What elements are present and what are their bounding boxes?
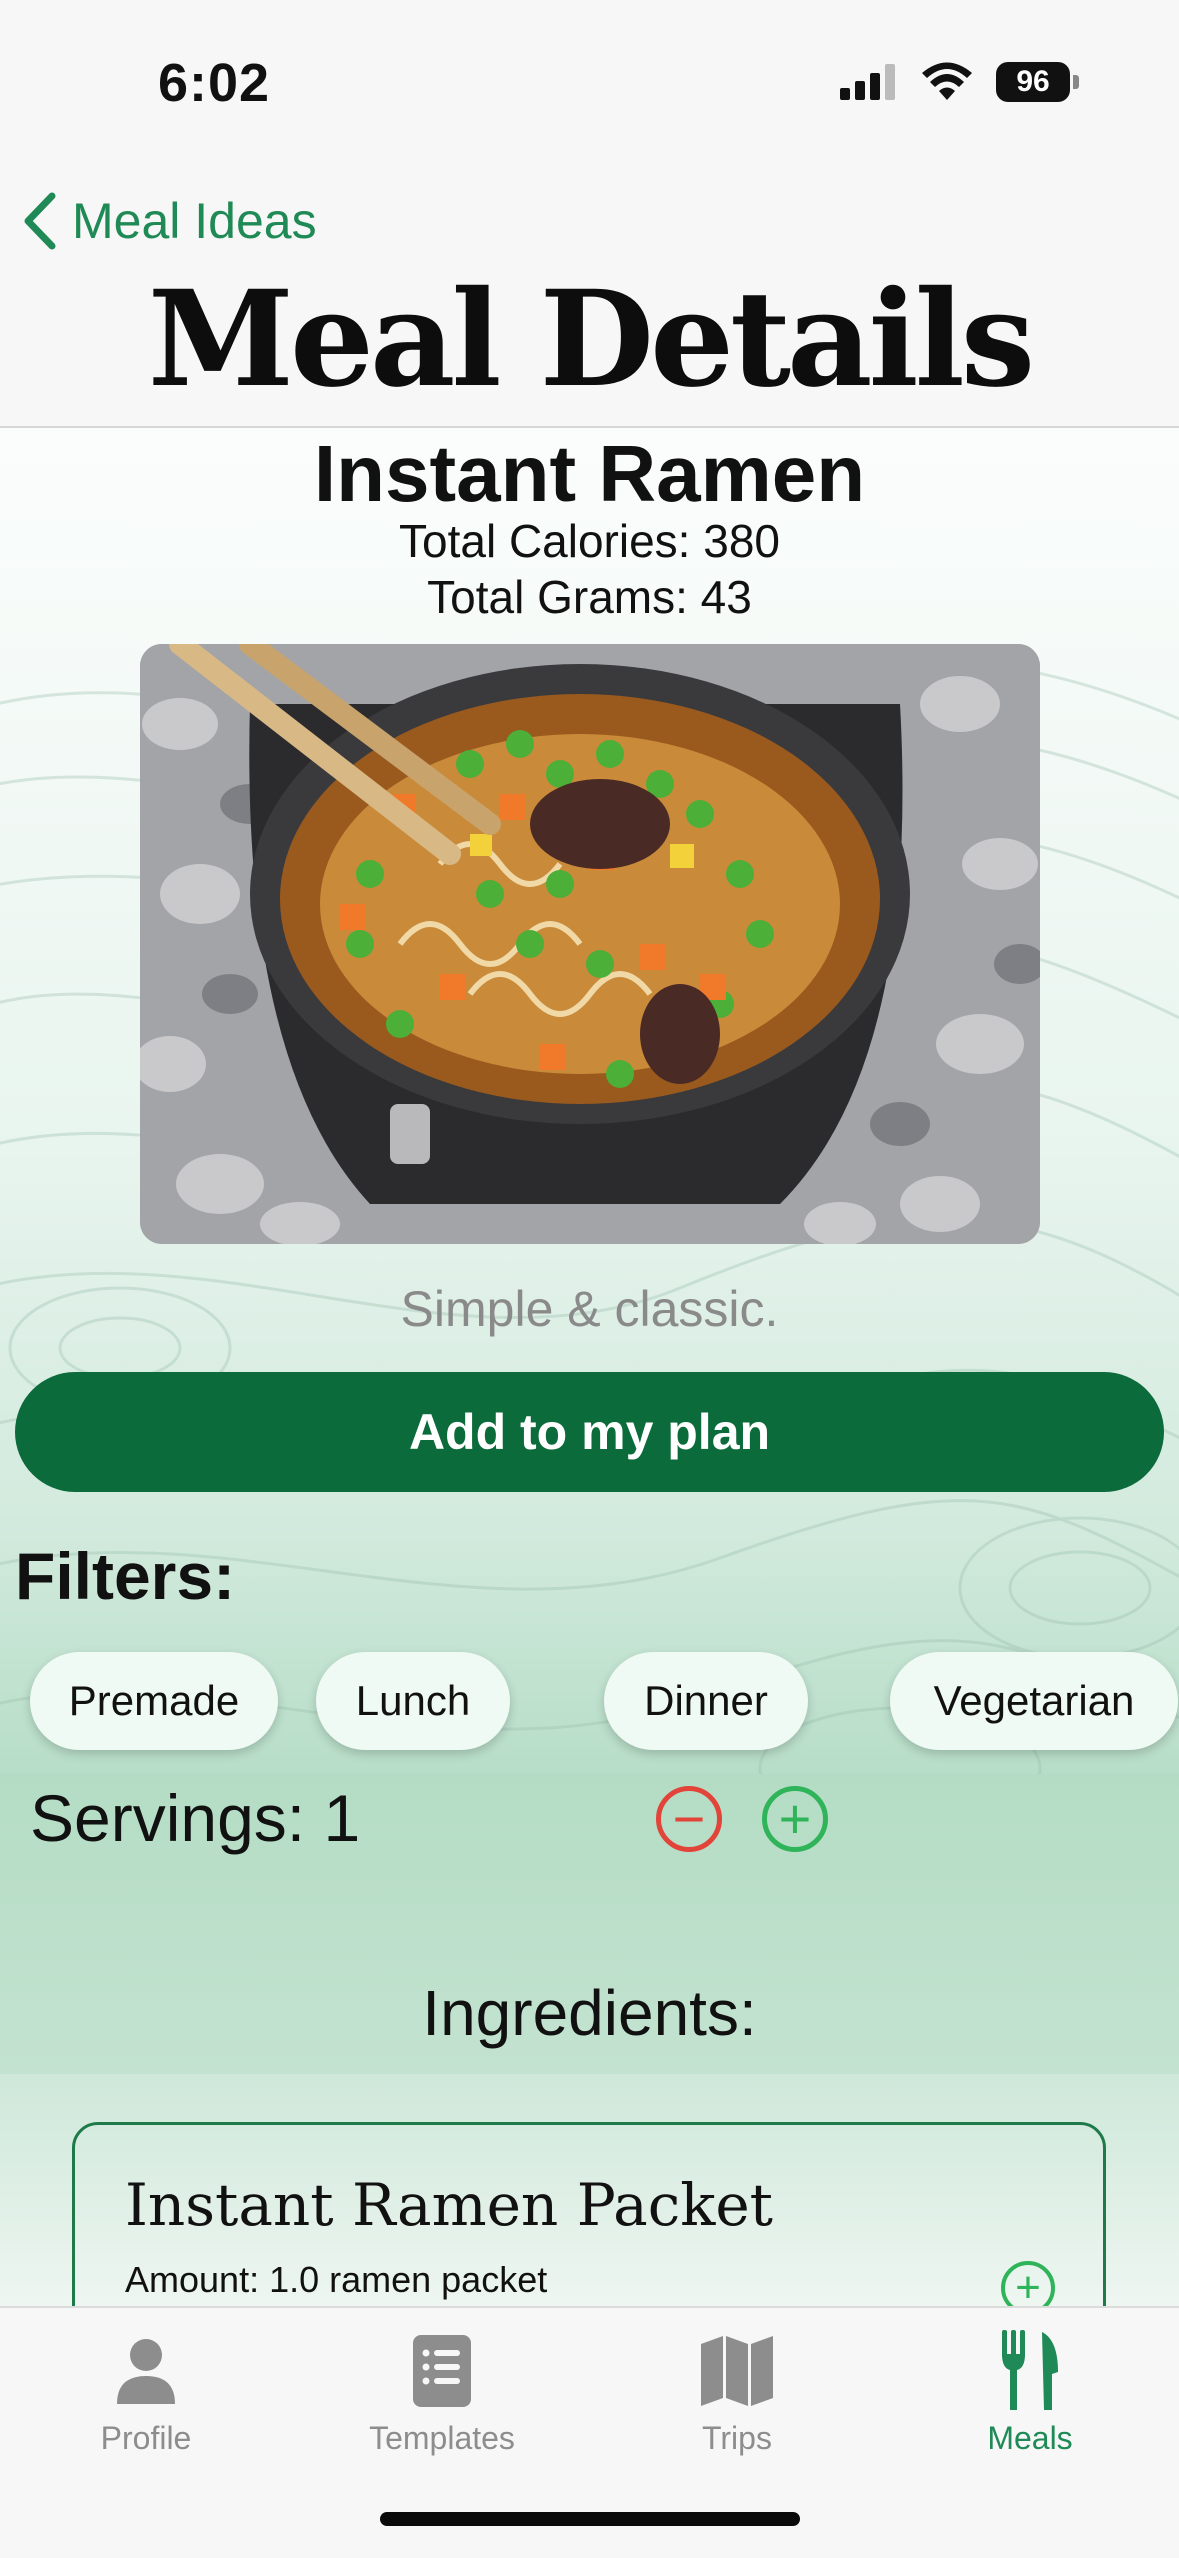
- person-icon: [117, 2339, 175, 2404]
- tab-meals[interactable]: Meals: [900, 2328, 1160, 2457]
- filter-chip-lunch[interactable]: Lunch: [316, 1652, 510, 1750]
- add-to-plan-button[interactable]: Add to my plan: [15, 1372, 1164, 1492]
- total-calories: Total Calories: 380: [399, 515, 780, 567]
- ingredient-card[interactable]: Instant Ramen Packet Amount: 1.0 ramen p…: [72, 2122, 1106, 2306]
- tab-profile[interactable]: Profile: [16, 2328, 276, 2457]
- add-ingredient-icon[interactable]: +: [1001, 2261, 1055, 2306]
- battery-icon: 96: [996, 62, 1079, 102]
- tab-label: Templates: [369, 2420, 515, 2456]
- ingredient-name: Instant Ramen Packet: [125, 2171, 773, 2239]
- tab-templates[interactable]: Templates: [312, 2328, 572, 2457]
- meal-detail-content[interactable]: Instant Ramen Total Calories: 380 Total …: [0, 428, 1179, 2306]
- status-time: 6:02: [158, 53, 271, 113]
- home-indicator[interactable]: [380, 2512, 800, 2526]
- page-title: Meal Details: [147, 262, 1035, 417]
- filter-chip-vegetarian[interactable]: Vegetarian: [890, 1652, 1178, 1750]
- meal-photo: [140, 644, 1040, 1244]
- increase-servings-button[interactable]: +: [762, 1786, 828, 1852]
- status-bar: 6:02 96: [0, 0, 1179, 170]
- filter-chip-dinner[interactable]: Dinner: [604, 1652, 808, 1750]
- ingredient-amount: Amount: 1.0 ramen packet: [125, 2259, 548, 2300]
- filter-chip-premade[interactable]: Premade: [30, 1652, 278, 1750]
- tab-trips[interactable]: Trips: [607, 2328, 867, 2457]
- back-label: Meal Ideas: [72, 193, 317, 249]
- meal-description: Simple & classic.: [400, 1281, 779, 1337]
- decrease-servings-button[interactable]: −: [656, 1786, 722, 1852]
- total-grams: Total Grams: 43: [427, 571, 752, 623]
- filters-title: Filters:: [15, 1539, 236, 1613]
- wifi-icon: [922, 62, 972, 100]
- servings-label: Servings: 1: [30, 1781, 361, 1855]
- tab-label: Trips: [702, 2420, 772, 2456]
- tab-label: Meals: [987, 2420, 1073, 2456]
- chevron-left-icon: [24, 192, 56, 250]
- status-icons: 96: [840, 62, 1079, 102]
- battery-level: 96: [996, 62, 1070, 102]
- fork-knife-icon: [1002, 2330, 1058, 2410]
- list-icon: [413, 2335, 471, 2407]
- signal-icon: [840, 64, 895, 100]
- nav-header: Meal Ideas Meal Details: [0, 170, 1179, 428]
- ingredients-title: Ingredients:: [422, 1977, 757, 2049]
- tab-label: Profile: [100, 2420, 192, 2456]
- back-button[interactable]: Meal Ideas: [22, 192, 317, 250]
- map-icon: [701, 2336, 773, 2406]
- meal-name: Instant Ramen: [313, 429, 866, 518]
